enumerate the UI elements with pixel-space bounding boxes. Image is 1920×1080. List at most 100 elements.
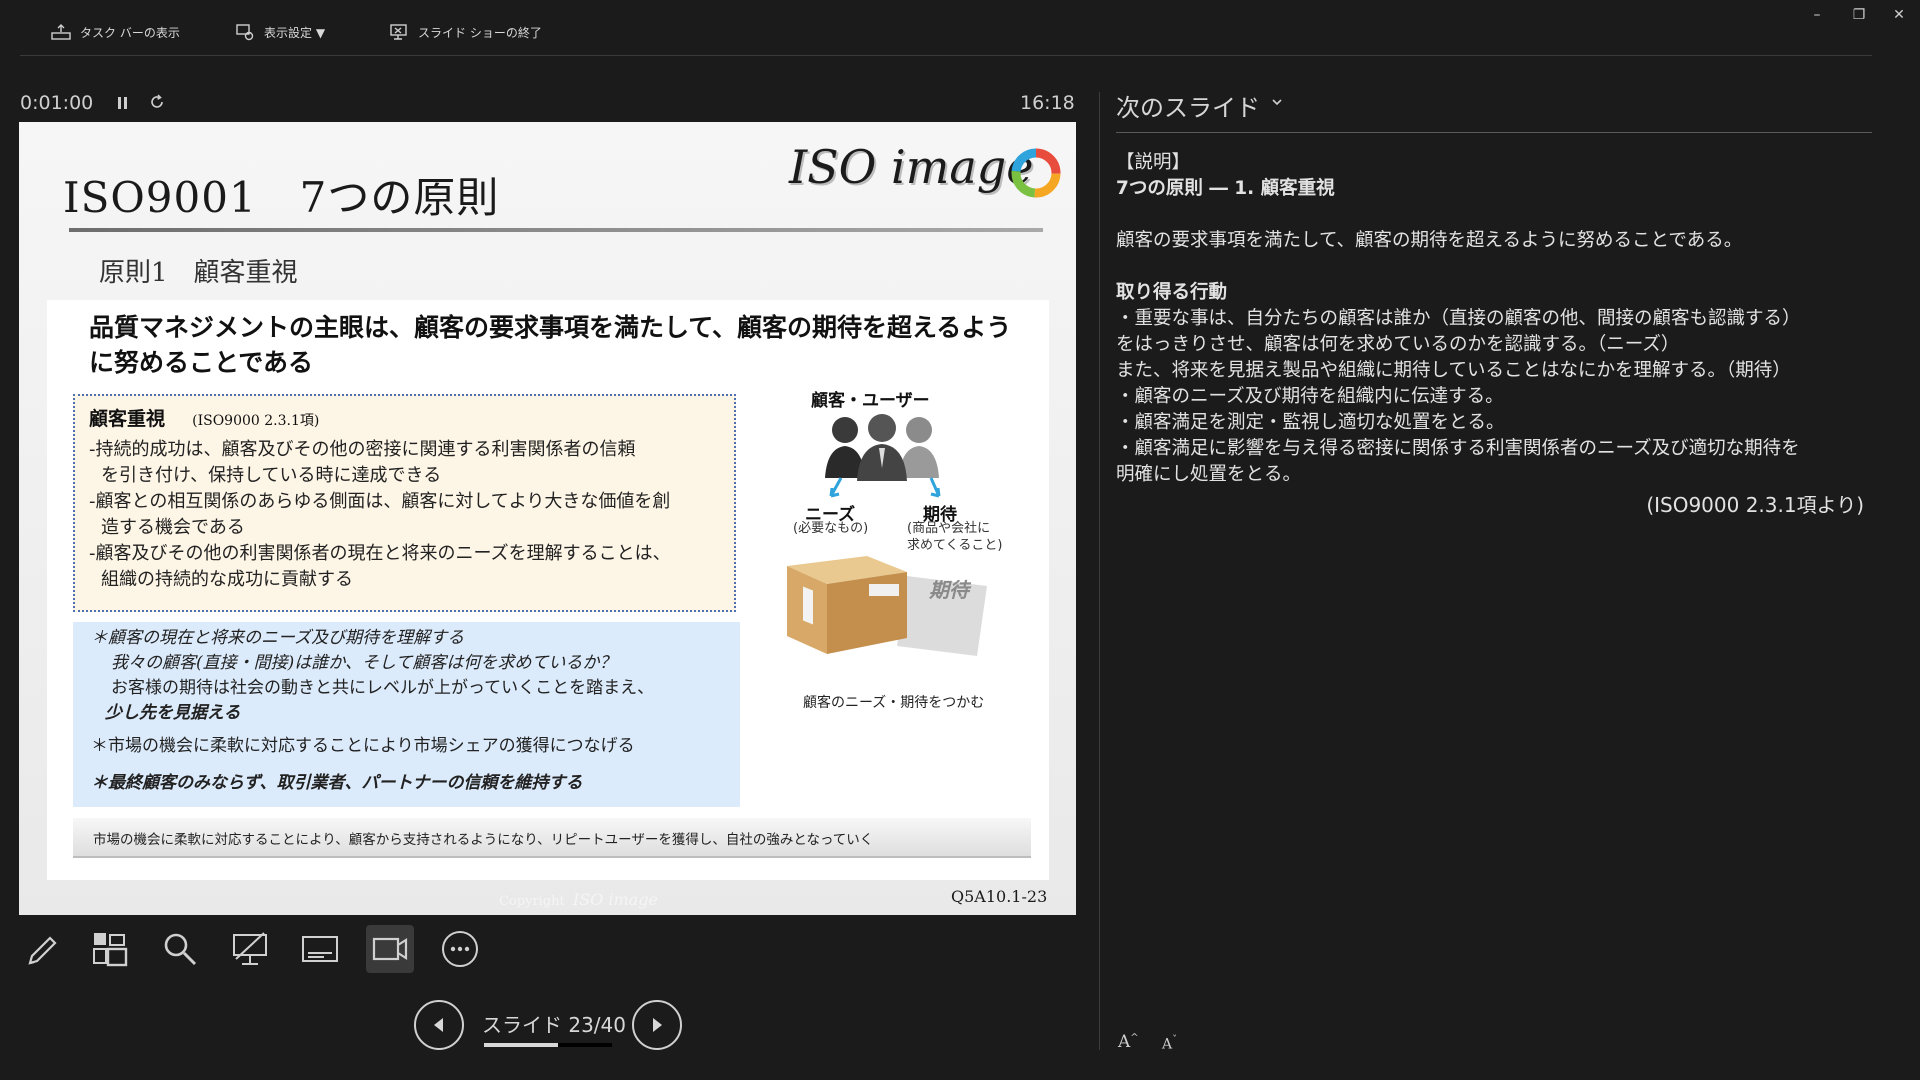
note-line: 明確にし処置をとる。	[1116, 464, 1302, 485]
end-slideshow-icon	[390, 24, 407, 40]
display-settings-button[interactable]: 表示設定 ▼	[234, 20, 325, 44]
black-screen-button[interactable]	[226, 925, 274, 973]
display-settings-icon	[236, 24, 254, 41]
blue-line: 少し先を見据える	[105, 703, 241, 723]
top-toolbar: タスク バーの表示 表示設定 ▼ スライド ショーの終了 – ❐ ✕	[0, 0, 1920, 56]
slide-progress-bar	[484, 1043, 612, 1047]
slide-code: Q5A10.1-23	[951, 887, 1048, 906]
elapsed-timer: 0:01:00	[20, 92, 94, 114]
slide-headline: 品質マネジメントの主眼は、顧客の要求事項を満たして、顧客の期待を超えるように努め…	[89, 313, 1012, 377]
pause-icon[interactable]	[116, 95, 130, 111]
expectation-sub-label-1: (商品や会社に	[907, 521, 991, 536]
see-all-slides-button[interactable]	[86, 925, 134, 973]
subtitles-icon	[302, 936, 338, 962]
actions-box: ＊顧客の現在と将来のニーズ及び期待を理解する 我々の顧客(直接・間接)は誰か、そ…	[73, 622, 740, 807]
note-line: ・顧客のニーズ及び期待を組織内に伝達する。	[1116, 386, 1504, 407]
notes-rule	[1116, 132, 1872, 133]
note-line: をはっきりさせ、顧客は何を求めているのかを認識する。（ニーズ）	[1116, 334, 1680, 355]
customer-focus-ref: (ISO9000 2.3.1項)	[192, 413, 320, 429]
copyright-text: Copyright ISO image	[499, 890, 658, 909]
yellow-line: -顧客との相互関係のあらゆる側面は、顧客に対してより大きな価値を創	[89, 491, 671, 512]
note-spacer	[1116, 202, 1876, 228]
presenter-view: タスク バーの表示 表示設定 ▼ スライド ショーの終了 – ❐ ✕ 0:01:…	[0, 0, 1920, 1080]
customer-focus-heading: 顧客重視 (ISO9000 2.3.1項)	[89, 404, 720, 431]
illustration-caption: 顧客のニーズ・期待をつかむ	[803, 695, 985, 711]
yellow-line: 組織の持続的な成功に貢献する	[101, 569, 353, 590]
note-line: ・重要な事は、自分たちの顧客は誰か（直接の顧客の他、間接の顧客も認識する）	[1116, 308, 1801, 329]
all-slides-icon	[93, 933, 128, 967]
logo-text: ISO image	[789, 140, 1034, 194]
toolbar-divider	[20, 55, 1872, 56]
more-icon	[442, 931, 478, 967]
end-slideshow-label: スライド ショーの終了	[418, 25, 542, 40]
minimize-icon[interactable]: –	[1808, 6, 1826, 24]
camera-icon	[372, 937, 408, 961]
note-spacer	[1116, 254, 1876, 280]
pen-icon	[28, 936, 57, 965]
note-line: ・顧客満足を測定・監視し適切な処置をとる。	[1116, 412, 1505, 433]
copyright-prefix: Copyright	[499, 894, 565, 909]
previous-slide-button[interactable]	[414, 1000, 464, 1050]
chevron-down-icon[interactable]	[1270, 96, 1284, 108]
title-underline	[69, 228, 1043, 232]
current-slide[interactable]: ISO9001 7つの原則 ISO image 原則1 顧客重視 品質マネジメン…	[19, 122, 1076, 915]
note-line: 7つの原則 ― 1. 顧客重視	[1116, 178, 1335, 199]
box-expectation-label: 期待	[929, 578, 969, 602]
speaker-notes[interactable]: 【説明】 7つの原則 ― 1. 顧客重視 顧客の要求事項を満たして、顧客の期待を…	[1116, 150, 1876, 518]
black-screen-icon	[233, 932, 267, 965]
needs-sub-label: (必要なもの)	[793, 521, 869, 536]
current-time: 16:18	[1020, 92, 1075, 114]
next-slide-button[interactable]	[632, 1000, 682, 1050]
slide-counter: スライド 23/40	[482, 1013, 626, 1037]
more-options-button[interactable]	[436, 925, 484, 973]
copyright-logo: ISO image	[572, 890, 658, 909]
decrease-font-button[interactable]: Aˇ	[1162, 1035, 1177, 1053]
blue-line: ＊市場の機会に柔軟に対応することにより市場シェアの獲得につなげる	[91, 736, 635, 756]
logo-ring-icon	[1011, 148, 1061, 198]
decrease-font-label: A	[1162, 1036, 1173, 1053]
end-slideshow-button[interactable]: スライド ショーの終了	[388, 20, 542, 44]
note-line: (ISO9000 2.3.1項より)	[1646, 493, 1864, 517]
taskbar-icon	[51, 24, 71, 40]
summary-strip: 市場の機会に柔軟に対応することにより、顧客から支持されるようになり、リピートユー…	[73, 818, 1031, 858]
people-icon	[825, 414, 939, 481]
slide-progress-fill	[484, 1043, 558, 1047]
slide-content-panel: 品質マネジメントの主眼は、顧客の要求事項を満たして、顧客の期待を超えるように努め…	[47, 300, 1049, 880]
show-taskbar-label: タスク バーの表示	[80, 25, 180, 40]
camera-button[interactable]	[366, 925, 414, 973]
next-arrow-icon	[653, 1018, 662, 1032]
show-taskbar-button[interactable]: タスク バーの表示	[50, 20, 180, 44]
blue-line: お客様の期待は社会の動きと共にレベルが上がっていくことを踏まえ、	[111, 678, 655, 698]
zoom-button[interactable]	[156, 925, 204, 973]
increase-font-label: A	[1118, 1032, 1131, 1052]
slide-footer: Copyright ISO image Q5A10.1-23	[19, 880, 1076, 915]
next-slide-label[interactable]: 次のスライド	[1116, 88, 1260, 123]
previous-arrow-icon	[434, 1018, 443, 1032]
note-line: 【説明】	[1116, 152, 1191, 173]
yellow-line: -顧客及びその他の利害関係者の現在と将来のニーズを理解することは、	[89, 543, 671, 564]
customer-focus-box: 顧客重視 (ISO9000 2.3.1項) -持続的成功は、顧客及びその他の密接…	[73, 394, 736, 612]
slide-title: ISO9001 7つの原則	[63, 173, 500, 222]
customer-illustration: 顧客・ユーザー ニーズ (必要なもの) 期待 (商品や会社に 求めてくること) …	[777, 386, 1037, 736]
magnifier-icon	[164, 933, 197, 966]
subtitles-button[interactable]	[296, 925, 344, 973]
pen-tool-button[interactable]	[18, 925, 66, 973]
increase-font-button[interactable]: A^	[1118, 1032, 1139, 1052]
note-line: また、将来を見据え製品や組織に期待していることはなにかを理解する。（期待）	[1116, 360, 1791, 381]
pane-divider[interactable]	[1099, 92, 1100, 1050]
box-icon	[787, 556, 987, 656]
blue-line: ＊顧客の現在と将来のニーズ及び期待を理解する	[91, 628, 465, 648]
iso-image-logo: ISO image	[789, 136, 1061, 206]
blue-line: ＊最終顧客のみならず、取引業者、パートナーの信頼を維持する	[91, 773, 583, 793]
reset-timer-icon[interactable]	[148, 93, 166, 111]
display-settings-label: 表示設定 ▼	[264, 25, 326, 40]
customer-focus-title: 顧客重視	[89, 408, 166, 430]
note-line: 顧客の要求事項を満たして、顧客の期待を超えるように努めることである。	[1116, 230, 1743, 251]
blue-line: 我々の顧客(直接・間接)は誰か、そして顧客は何を求めているか？	[111, 653, 617, 673]
yellow-line: -持続的成功は、顧客及びその他の密接に関連する利害関係者の信頼	[89, 439, 636, 460]
restore-icon[interactable]: ❐	[1850, 6, 1868, 24]
note-line: ・顧客満足に影響を与え得る密接に関係する利害関係者のニーズ及び適切な期待を	[1116, 438, 1800, 459]
close-icon[interactable]: ✕	[1890, 6, 1908, 24]
yellow-line: 造する機会である	[101, 517, 245, 538]
slide-subtitle: 原則1 顧客重視	[99, 258, 298, 288]
